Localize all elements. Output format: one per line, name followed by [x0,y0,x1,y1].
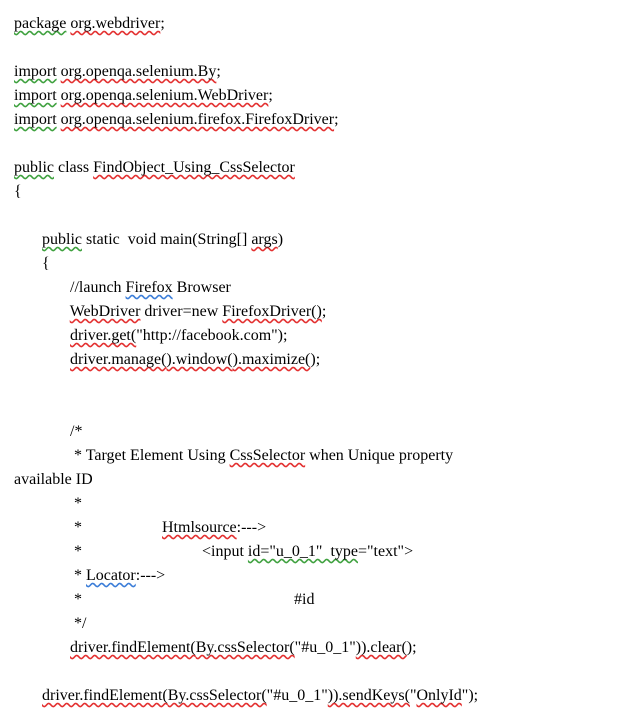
blank-line [14,132,611,156]
blank-line [14,372,611,396]
class-name: FindObject_Using_CssSelector [93,159,295,176]
blank-line [14,204,611,228]
import-path: org.openqa.selenium.WebDriver [61,87,269,104]
call-by-cssselector: By.cssSelector( [196,639,295,656]
word-locator: Locator [86,567,136,584]
code-line: //launch Firefox Browser [14,276,611,300]
call-maximize: ).maximize( [233,351,311,368]
code-line: * Htmlsource:---> [14,516,611,540]
ctor-firefoxdriver: FirefoxDriver() [222,303,322,320]
keyword-import: import [14,63,57,80]
call-by-cssselector: By.cssSelector( [168,687,267,704]
call-driver-manage: driver.manage( [70,351,166,368]
code-line: driver.findElement(By.cssSelector("#u_0_… [14,684,611,708]
blank-line [14,396,611,420]
code-line: available ID [14,468,611,492]
code-line: * <input id="u_0_1" type="text"> [14,540,611,564]
attr-id-type: id="u_0_1" type [248,543,358,560]
call-sendkeys: )).sendKeys( [328,687,410,704]
code-line: public static void main(String[] args) [14,228,611,252]
code-line: */ [14,612,611,636]
code-line: import org.openqa.selenium.WebDriver; [14,84,611,108]
code-line: { [14,252,611,276]
code-line: WebDriver driver=new FirefoxDriver(); [14,300,611,324]
keyword-public: public [14,159,54,176]
word-cssselector: CssSelector [230,447,306,464]
code-document: package org.webdriver; import org.openqa… [14,12,611,708]
package-name: org.webdriver [70,15,160,32]
code-line: * [14,492,611,516]
word-firefox: Firefox [126,279,173,296]
import-path: org.openqa.selenium.firefox.FirefoxDrive… [61,111,334,128]
keyword-import: import [14,87,57,104]
call-window: ).window( [166,351,232,368]
param-args: args [251,231,277,248]
code-line: * Locator:---> [14,564,611,588]
keyword-package: package [14,15,66,32]
code-line: driver.findElement(By.cssSelector("#u_0_… [14,636,611,660]
blank-line [14,660,611,684]
code-line: driver.manage().window().maximize(); [14,348,611,372]
keyword-public: public [42,231,82,248]
code-line: driver.get("http://facebook.com"); [14,324,611,348]
string-onlyid: OnlyId [416,687,461,704]
blank-line [14,36,611,60]
type-webdriver: WebDriver [70,303,141,320]
code-line: * Target Element Using CssSelector when … [14,444,611,468]
call-driver-get: driver.get( [70,327,136,344]
call-findelement: driver.findElement( [42,687,168,704]
code-line: package org.webdriver; [14,12,611,36]
code-line: public class FindObject_Using_CssSelecto… [14,156,611,180]
code-line: /* [14,420,611,444]
code-line: { [14,180,611,204]
code-line: * #id [14,588,611,612]
keyword-import: import [14,111,57,128]
import-path: org.openqa.selenium.By [61,63,217,80]
call-findelement: driver.findElement( [70,639,196,656]
call-clear: )).clear( [356,639,407,656]
code-line: import org.openqa.selenium.By; [14,60,611,84]
word-htmlsource: Htmlsource [162,519,237,536]
code-line: import org.openqa.selenium.firefox.Firef… [14,108,611,132]
